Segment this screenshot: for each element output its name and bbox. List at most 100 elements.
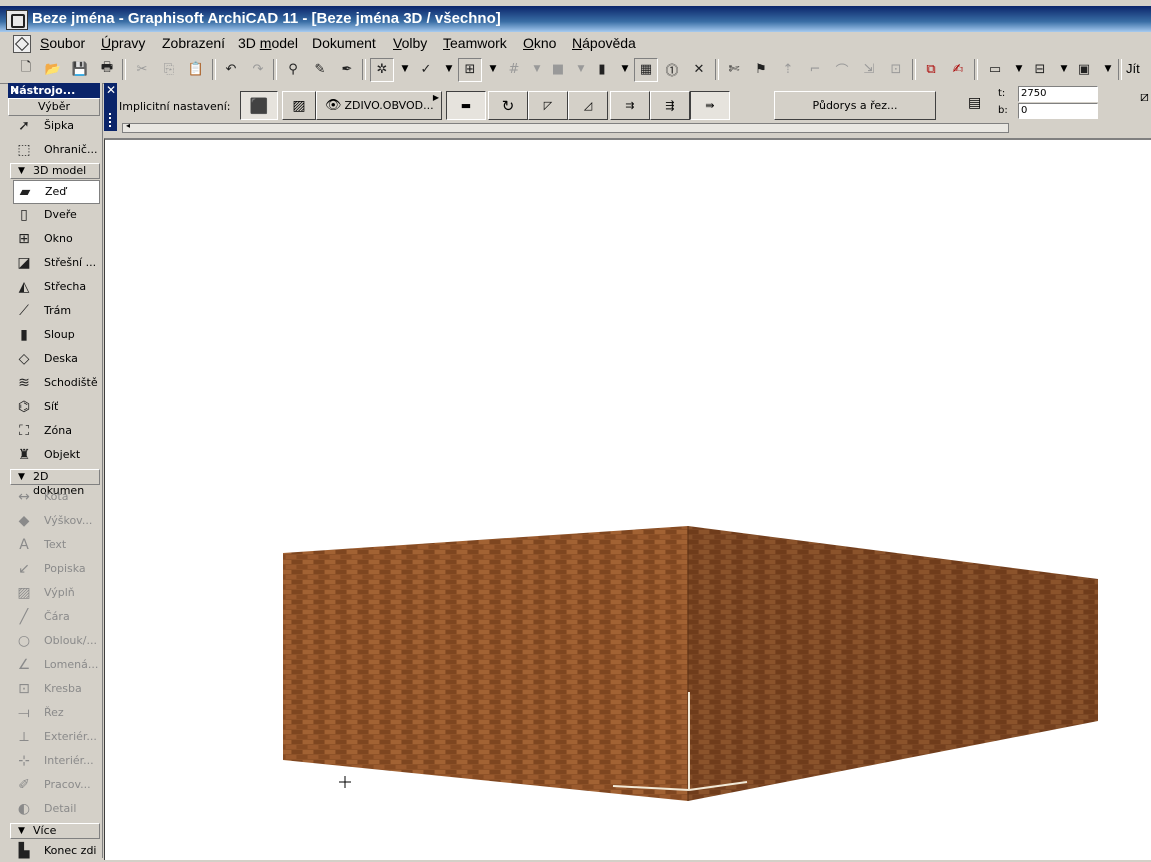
renumber-icon[interactable]: ⓵	[662, 59, 682, 79]
chevron-down-icon[interactable]: ▼	[1014, 59, 1024, 79]
chevron-down-icon[interactable]: ▼	[1103, 59, 1113, 79]
material-button[interactable]: 👁 ZDIVO.OBVOD... ▶	[316, 91, 442, 120]
tool-stair[interactable]: ≋ Schodiště	[13, 372, 101, 394]
split-icon[interactable]: ✄	[724, 59, 744, 79]
menu-item-0[interactable]: Soubor	[40, 35, 85, 51]
menu-item-5[interactable]: Volby	[393, 35, 427, 51]
chevron-down-icon[interactable]: ▼	[400, 59, 410, 79]
toolbox-header[interactable]: Nástrojo... ✕	[8, 83, 100, 98]
tool-roof-window[interactable]: ◪ Střešní ...	[13, 252, 101, 274]
undo-icon[interactable]: ↶	[221, 59, 241, 79]
reference-line-center-button[interactable]: ⇶	[650, 91, 690, 120]
trapezoid-wall-button[interactable]: ◸	[528, 91, 568, 120]
new-file-icon[interactable]: 🗋	[16, 59, 36, 79]
menu-item-8[interactable]: Nápověda	[572, 35, 636, 51]
resize-icon[interactable]: ⊡	[886, 59, 906, 79]
bottom-offset-field[interactable]: 0	[1018, 103, 1098, 119]
group-icon[interactable]: ⧉	[921, 59, 941, 79]
print-icon[interactable]: 🖶	[97, 59, 117, 79]
wall-face-left[interactable]	[283, 526, 688, 801]
menu-item-2[interactable]: Zobrazení	[162, 35, 225, 51]
copy-icon[interactable]: ⎘	[159, 59, 179, 79]
intersect-icon[interactable]: ⇡	[778, 59, 798, 79]
menu-item-7[interactable]: Okno	[523, 35, 556, 51]
fillet-icon[interactable]: ⌐	[805, 59, 825, 79]
tool-window[interactable]: ⊞ Okno	[13, 228, 101, 250]
tool-text[interactable]: A Text	[13, 534, 101, 556]
guide-lines-icon[interactable]: ✓	[416, 59, 436, 79]
menu-item-6[interactable]: Teamwork	[443, 35, 507, 51]
cut-icon[interactable]: ✂	[132, 59, 152, 79]
floorplan-section-button[interactable]: Půdorys a řez...	[774, 91, 936, 120]
find-select-icon[interactable]: ⚲	[283, 59, 303, 79]
tool-zone[interactable]: ⛶ Zóna	[13, 420, 101, 442]
pen-icon[interactable]: ▮	[592, 59, 612, 79]
eyedropper-icon[interactable]: ✎	[310, 59, 330, 79]
redo-icon[interactable]: ↷	[248, 59, 268, 79]
tool-arrow-pointer[interactable]: ➚ Šipka	[13, 115, 101, 137]
infobox-handle[interactable]: ✕	[104, 83, 117, 131]
tool-worksheet[interactable]: ✐ Pracov...	[13, 774, 101, 796]
menu-item-3[interactable]: 3D model	[238, 35, 298, 51]
brush-icon[interactable]: ✍	[948, 59, 968, 79]
tool-object[interactable]: ♜ Objekt	[13, 444, 101, 466]
tool-section[interactable]: ⟞ Řez	[13, 702, 101, 724]
tool-slab[interactable]: ◇ Deska	[13, 348, 101, 370]
tool-drawing[interactable]: ⊡ Kresba	[13, 678, 101, 700]
document-menu-icon[interactable]	[13, 35, 31, 53]
wall-face-right[interactable]	[688, 526, 1098, 801]
open-file-icon[interactable]: 📂	[43, 59, 63, 79]
infobox-scrollbar[interactable]: ◂	[122, 121, 1009, 133]
tool-wall-end[interactable]: ▙ Konec zdi	[13, 840, 101, 862]
tool-marquee[interactable]: ⬚ Ohranič...	[13, 139, 101, 161]
chevron-down-icon[interactable]: ▼	[1059, 59, 1069, 79]
menu-item-1[interactable]: Úpravy	[101, 35, 145, 51]
chevron-down-icon[interactable]: ▼	[620, 59, 630, 79]
straight-wall-button[interactable]: ▬	[446, 91, 486, 120]
tool-line[interactable]: ╱ Čára	[13, 606, 101, 628]
save-icon[interactable]: 💾	[70, 59, 90, 79]
window-layout-icon[interactable]: ▭	[985, 59, 1005, 79]
paste-icon[interactable]: 📋	[186, 59, 206, 79]
tool-level-dimension[interactable]: ◆ Výškov...	[13, 510, 101, 532]
drag-handle-icon[interactable]	[109, 113, 113, 127]
tool-mesh[interactable]: ⌬ Síť	[13, 396, 101, 418]
tool-roof[interactable]: ◭ Střecha	[13, 276, 101, 298]
navigator-icon[interactable]: ⊟	[1030, 59, 1050, 79]
tool-label[interactable]: ↙ Popiska	[13, 558, 101, 580]
tool-arc[interactable]: ○ Oblouk/...	[13, 630, 101, 652]
layer-icon[interactable]: ■	[548, 59, 568, 79]
reference-line-right-button[interactable]: ⇛	[690, 91, 730, 120]
grid-icon[interactable]: #	[504, 59, 524, 79]
tool-fill[interactable]: ▨ Výplň	[13, 582, 101, 604]
chevron-down-icon[interactable]: ▼	[444, 59, 454, 79]
3d-view-canvas[interactable]	[104, 138, 1151, 860]
view-window-icon[interactable]: ▣	[1074, 59, 1094, 79]
curve-icon[interactable]: ⌒	[832, 59, 852, 79]
tool-column[interactable]: ▮ Sloup	[13, 324, 101, 346]
tool-door[interactable]: ▯ Dveře	[13, 204, 101, 226]
stretch-icon[interactable]: ⇲	[859, 59, 879, 79]
close-icon[interactable]: ✕	[689, 59, 709, 79]
wall-angle-icon[interactable]: ⧄	[1140, 89, 1149, 105]
toolbox-section-header[interactable]: ▼ Více	[10, 823, 100, 839]
scroll-left-icon[interactable]: ◂	[126, 121, 130, 130]
tool-interior-elevation[interactable]: ⊹ Interiér...	[13, 750, 101, 772]
fill-pattern-button[interactable]: ▨	[282, 91, 316, 120]
syringe-icon[interactable]: ✒	[337, 59, 357, 79]
goto-label[interactable]: Jít	[1126, 61, 1140, 76]
archicad-app-icon[interactable]	[6, 10, 28, 30]
chevron-down-icon[interactable]: ▼	[532, 59, 542, 79]
tool-elevation[interactable]: ⟂ Exteriér...	[13, 726, 101, 748]
reference-line-left-button[interactable]: ⇉	[610, 91, 650, 120]
chevron-down-icon[interactable]: ▼	[488, 59, 498, 79]
curved-wall-button[interactable]: ↻	[488, 91, 528, 120]
tool-beam[interactable]: ⟋ Trám	[13, 300, 101, 322]
close-icon[interactable]: ✕	[106, 83, 116, 97]
tool-detail[interactable]: ◐ Detail	[13, 798, 101, 820]
menu-item-4[interactable]: Dokument	[312, 35, 376, 51]
close-icon[interactable]: ✕	[10, 83, 97, 97]
adjust-icon[interactable]: ⚑	[751, 59, 771, 79]
wall-settings-button[interactable]: ⬛	[240, 91, 278, 120]
tool-wall[interactable]: ▰ Zeď	[13, 180, 100, 204]
